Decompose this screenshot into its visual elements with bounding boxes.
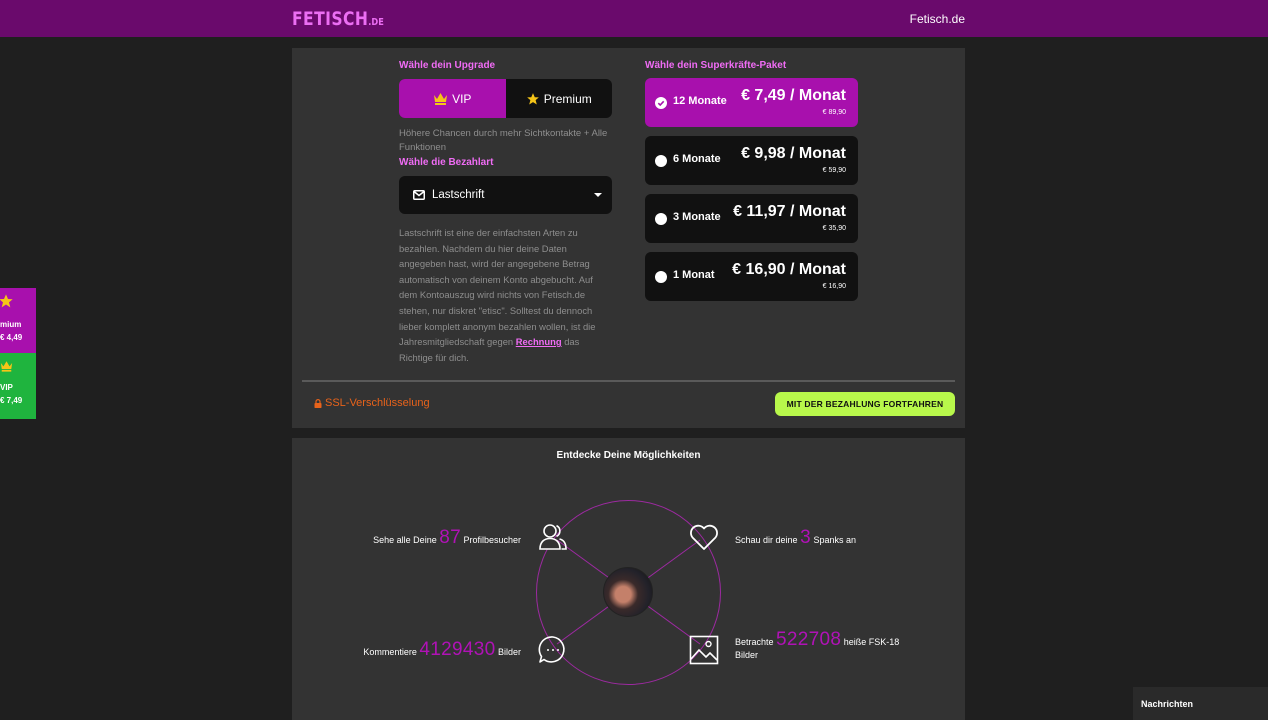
users-icon[interactable] [538,523,568,551]
tab-vip[interactable]: VIP [399,79,506,118]
site-link[interactable]: Fetisch.de [910,12,965,26]
top-navbar: FETISCH.DE Fetisch.de [0,0,1268,37]
payment-title: Wähle die Bezahlart [399,157,494,168]
upgrade-toggle: VIP Premium [399,79,612,118]
packages-title: Wähle dein Superkräfte-Paket [645,60,787,71]
continue-payment-button[interactable]: MIT DER BEZAHLUNG FORTFAHREN [775,392,955,416]
divider [302,380,955,382]
package-6-monate[interactable]: 6 Monate € 9,98 / Monat € 59,90 [645,136,858,185]
upgrade-description: Höhere Chancen durch mehr Sichtkontakte … [399,128,608,153]
lock-icon [314,398,322,408]
check-circle-icon [655,97,667,109]
chevron-down-icon [594,193,602,197]
feature-visitors[interactable]: Sehe alle Deine 87 Profilbesucher [373,527,521,549]
ssl-note: SSL-Verschlüsselung [314,397,430,409]
radio-icon [655,155,667,167]
crown-icon [434,93,448,105]
messages-panel[interactable]: Nachrichten [1133,687,1268,720]
rechnung-link[interactable]: Rechnung [516,336,562,347]
package-3-monate[interactable]: 3 Monate € 11,97 / Monat € 35,90 [645,194,858,243]
package-1-monat[interactable]: 1 Monat € 16,90 / Monat € 16,90 [645,252,858,301]
star-icon [0,294,13,308]
crown-icon [0,361,13,372]
payment-description: Lastschrift ist eine der einfachsten Art… [399,227,596,363]
avatar[interactable] [603,567,653,617]
radio-icon [655,213,667,225]
upgrade-panel: Wähle dein Upgrade VIP Premium Höhere Ch… [292,48,965,428]
feature-images[interactable]: Betrachte 522708 heiße FSK-18 Bilder [735,630,899,662]
discover-panel: Entdecke Deine Möglichkeiten Sehe alle D… [292,438,965,720]
mail-icon [413,190,425,200]
image-icon[interactable] [689,635,719,665]
feature-spanks[interactable]: Schau dir deine 3 Spanks an [735,527,856,549]
radio-icon [655,271,667,283]
star-icon [526,92,539,105]
feature-comments[interactable]: Kommentiere 4129430 Bilder [363,639,521,661]
payment-method-select[interactable]: Lastschrift [399,176,612,214]
comment-icon[interactable] [538,635,568,665]
heart-icon[interactable] [689,524,719,551]
tab-premium[interactable]: Premium [506,79,613,118]
package-12-monate[interactable]: 12 Monate € 7,49 / Monat € 89,90 [645,78,858,127]
side-vip-badge[interactable]: VIP € 7,49 [0,353,36,419]
side-premium-badge[interactable]: mium € 4,49 [0,288,36,353]
site-logo[interactable]: FETISCH.DE [292,8,384,30]
upgrade-title: Wähle dein Upgrade [399,60,496,71]
